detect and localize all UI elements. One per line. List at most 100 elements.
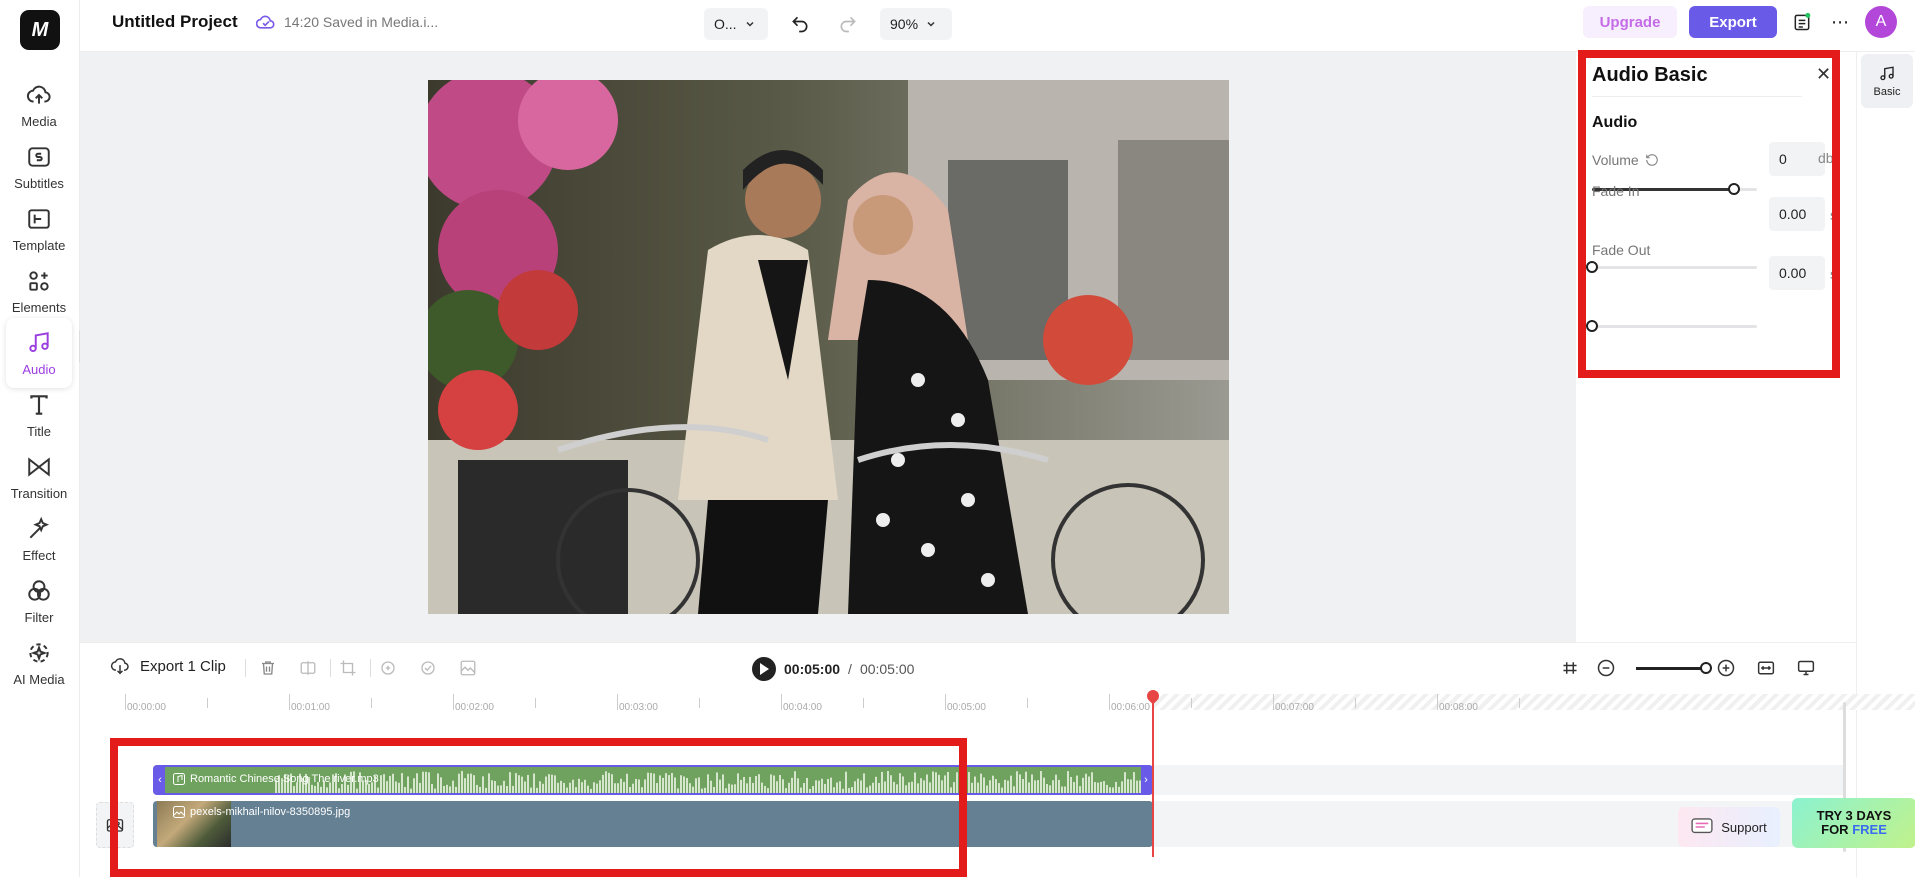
fade-in-slider[interactable]	[1586, 261, 1757, 273]
fade-in-unit: s	[1830, 207, 1837, 223]
template-icon	[28, 208, 50, 229]
add-media-button[interactable]	[96, 802, 134, 848]
preview-image[interactable]	[428, 80, 1229, 614]
sidebar-item-elements[interactable]: Elements	[6, 256, 72, 326]
ai-tool-3-button[interactable]	[458, 658, 478, 678]
sidebar-item-filter[interactable]: Filter	[6, 566, 72, 636]
play-button[interactable]	[752, 657, 776, 681]
ai-image-icon	[460, 660, 476, 676]
snap-icon	[1563, 662, 1577, 674]
export-clip-button[interactable]: Export 1 Clip	[110, 657, 226, 675]
clip-trim-right-handle[interactable]: ›	[1141, 767, 1151, 793]
app-logo[interactable]: M	[20, 10, 60, 50]
image-add-icon	[106, 819, 124, 832]
save-status-text: 14:20 Saved in Media.i...	[284, 14, 439, 30]
video-clip-label: pexels-mikhail-nilov-8350895.jpg	[173, 806, 350, 818]
zoom-in-icon	[1717, 659, 1735, 677]
ruler-tick	[125, 694, 126, 710]
sidebar-item-title[interactable]: Title	[6, 380, 72, 450]
fit-timeline-button[interactable]	[1756, 658, 1776, 678]
sidebar-item-effect[interactable]: Effect	[6, 504, 72, 574]
ruler-tick	[1109, 694, 1110, 710]
ruler-minor-tick	[535, 698, 536, 708]
fade-out-unit: s	[1830, 266, 1837, 282]
sidebar-item-ai-media[interactable]: AI Media	[6, 628, 72, 698]
redo-icon	[840, 16, 856, 33]
divider	[1592, 96, 1802, 97]
undo-button[interactable]	[788, 12, 812, 36]
reset-icon[interactable]	[1645, 153, 1659, 167]
top-bar: Untitled Project 14:20 Saved in Media.i.…	[80, 0, 1915, 52]
fade-in-input[interactable]: 0.00	[1769, 197, 1825, 231]
close-icon[interactable]: ✕	[1816, 64, 1831, 85]
timeline-zoom-thumb[interactable]	[1700, 662, 1712, 674]
aspect-ratio-select[interactable]: O...	[704, 8, 768, 40]
tasks-button[interactable]	[1790, 10, 1814, 34]
fade-in-label-text: Fade In	[1592, 183, 1640, 199]
ruler-tick	[289, 694, 290, 710]
sidebar-item-audio[interactable]: Audio	[6, 318, 72, 388]
avatar[interactable]: A	[1865, 6, 1897, 38]
sidebar-item-label: Elements	[11, 299, 67, 315]
display-settings-button[interactable]	[1796, 658, 1816, 678]
zoom-out-button[interactable]	[1596, 658, 1616, 678]
cloud-download-icon	[110, 658, 129, 675]
free-trial-promo[interactable]: TRY 3 DAYS FOR FREE	[1792, 798, 1915, 848]
time-ruler[interactable]: 00:00:00 00:01:00 00:02:00 00:03:00 00:04:00…	[80, 692, 1915, 714]
monitor-icon	[1797, 660, 1815, 676]
zoom-in-button[interactable]	[1716, 658, 1736, 678]
snap-button[interactable]	[1560, 658, 1580, 678]
ruler-tick	[781, 694, 782, 710]
fade-out-slider-thumb[interactable]	[1586, 320, 1598, 332]
divider	[330, 659, 331, 677]
fade-in-label: Fade In	[1592, 183, 1639, 199]
volume-input[interactable]: 0	[1769, 142, 1825, 176]
timeline-zoom-slider[interactable]	[1636, 662, 1712, 674]
ruler-tick	[1273, 694, 1274, 710]
export-clip-label: Export 1 Clip	[140, 657, 226, 675]
split-button[interactable]	[298, 658, 318, 678]
tab-basic[interactable]: Basic	[1861, 54, 1913, 108]
fade-out-slider[interactable]	[1586, 320, 1757, 332]
volume-unit: db	[1818, 150, 1834, 166]
playhead[interactable]	[1144, 687, 1162, 857]
playback-controls: 00:05:00 / 00:05:00	[752, 657, 914, 681]
cloud-saved-icon	[256, 15, 275, 29]
current-time: 00:05:00	[784, 661, 841, 677]
sidebar-item-label: Filter	[24, 609, 54, 625]
sidebar-item-template[interactable]: Template	[6, 194, 72, 264]
ai-tool-1-button[interactable]	[378, 658, 398, 678]
fade-in-slider-thumb[interactable]	[1586, 261, 1598, 273]
chevron-down-icon	[746, 21, 754, 27]
clip-trim-left-handle[interactable]: ‹	[155, 767, 165, 793]
redo-button[interactable]	[836, 12, 860, 36]
video-clip[interactable]: pexels-mikhail-nilov-8350895.jpg	[153, 801, 1153, 847]
audio-clip[interactable]: ‹ › Romantic Chinese Song The river.mp3	[153, 765, 1153, 795]
undo-icon	[792, 16, 808, 33]
volume-slider-thumb[interactable]	[1727, 183, 1740, 195]
delete-button[interactable]	[258, 658, 278, 678]
fade-out-input[interactable]: 0.00	[1769, 256, 1825, 290]
sidebar-item-subtitles[interactable]: Subtitles	[6, 132, 72, 202]
support-button[interactable]: Support	[1678, 807, 1780, 847]
ruler-tick-label: 00:06:00	[1111, 702, 1150, 713]
upgrade-button[interactable]: Upgrade	[1583, 6, 1677, 38]
export-button[interactable]: Export	[1689, 6, 1777, 38]
fade-out-label-text: Fade Out	[1592, 242, 1651, 258]
promo-line2: FOR FREE	[1821, 823, 1887, 837]
audio-basic-panel: Audio Basic ✕ Audio Volume 0 db Fade In …	[1576, 52, 1856, 642]
ai-tool-2-button[interactable]	[418, 658, 438, 678]
sidebar-item-label: Transition	[10, 485, 68, 501]
crop-button[interactable]	[338, 658, 358, 678]
project-title[interactable]: Untitled Project	[112, 12, 238, 32]
zoom-select[interactable]: 90%	[880, 8, 952, 40]
sidebar-item-media[interactable]: Media	[6, 70, 72, 140]
tab-basic-label: Basic	[1873, 85, 1901, 98]
filter-icon	[28, 579, 50, 601]
ruler-minor-tick	[699, 698, 700, 708]
sidebar-item-transition[interactable]: Transition	[6, 442, 72, 512]
ruler-tick	[617, 694, 618, 710]
more-options-button[interactable]: ⋯	[1828, 10, 1852, 34]
image-file-icon	[173, 806, 185, 818]
ruler-tick-label: 00:01:00	[291, 702, 330, 713]
